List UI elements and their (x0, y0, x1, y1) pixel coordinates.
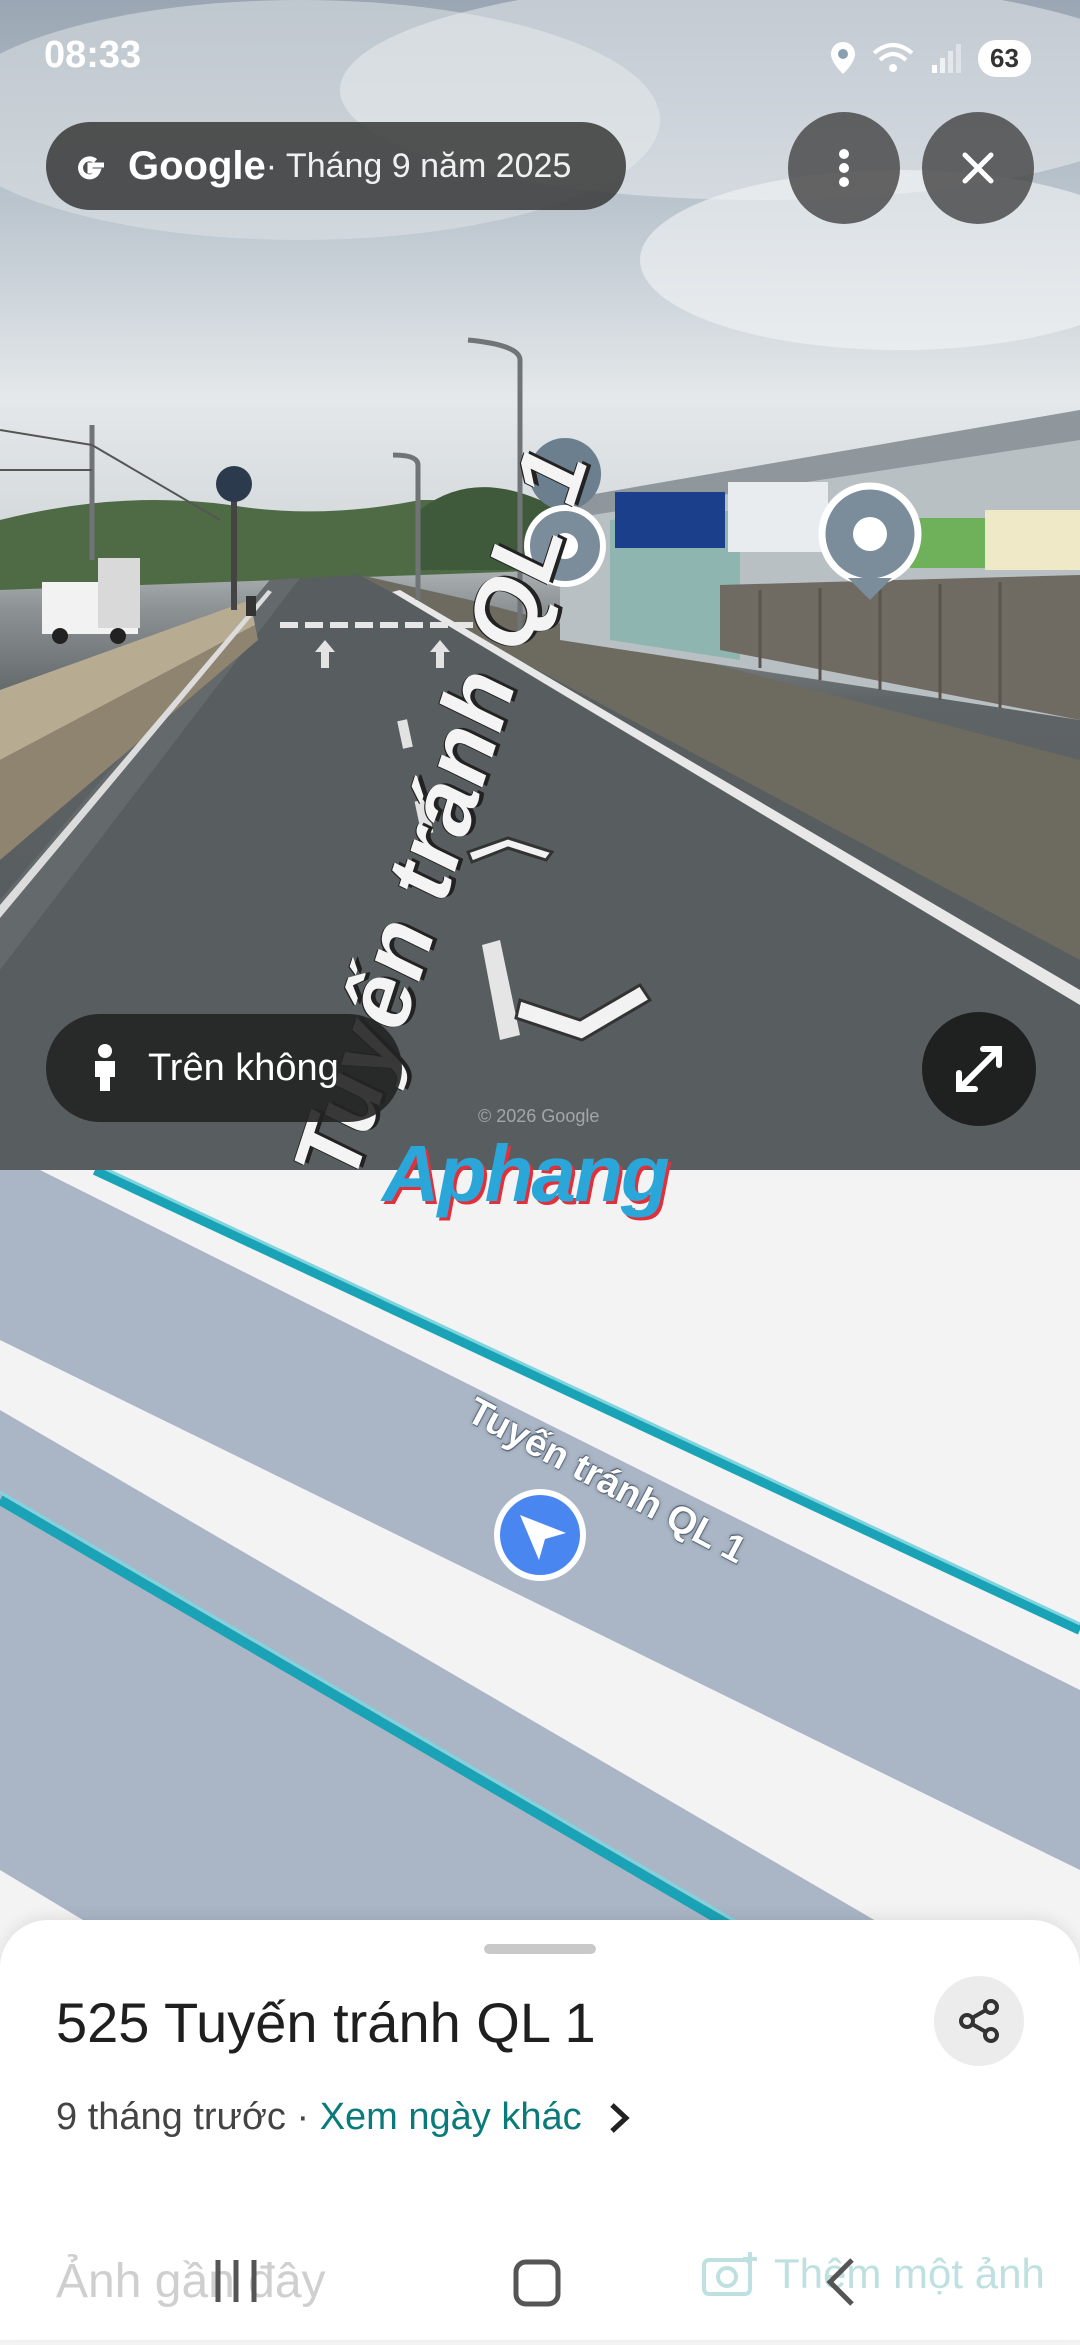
close-icon (962, 152, 994, 184)
chevron-right-icon[interactable] (604, 2101, 634, 2135)
fullscreen-button[interactable] (922, 1012, 1036, 1126)
share-icon (959, 1999, 999, 2043)
home-button (513, 2259, 561, 2307)
more-options-button[interactable] (788, 112, 900, 224)
more-vert-icon (839, 149, 849, 187)
battery-badge: 63 (978, 39, 1031, 77)
pegman-icon (95, 1044, 115, 1091)
date-pill[interactable]: Google · Tháng 9 năm 2025 (46, 122, 626, 210)
status-icons: 63 (830, 36, 1040, 80)
status-time: 08:33 (44, 34, 142, 76)
capture-date: · Tháng 9 năm 2025 (265, 146, 572, 185)
wifi-icon (872, 43, 914, 72)
location-icon (831, 42, 855, 74)
brand-label: Google (128, 143, 266, 188)
capture-age: 9 tháng trước (56, 2096, 286, 2138)
close-button[interactable] (922, 112, 1034, 224)
google-watermark: © 2026 Google (478, 1106, 600, 1126)
nav-buttons (215, 2258, 854, 2307)
overlay-logo: Aphang (382, 1129, 670, 1218)
date-row: 9 tháng trước · Xem ngày khác (56, 2096, 634, 2139)
signal-icon (932, 44, 961, 73)
share-button[interactable] (934, 1976, 1024, 2066)
google-g-icon (78, 156, 104, 180)
back-button (826, 2258, 854, 2306)
system-nav-bar (0, 2240, 1080, 2340)
date-separator: · (285, 2096, 320, 2138)
expand-icon (956, 1046, 1002, 1092)
aerial-view-label: Trên không (148, 1046, 339, 1089)
place-title: 525 Tuyến tránh QL 1 (56, 1991, 596, 2054)
recent-apps-button (215, 2260, 257, 2302)
sheet-drag-handle[interactable] (484, 1944, 596, 1954)
other-dates-link[interactable]: Xem ngày khác (320, 2096, 582, 2139)
aerial-view-button[interactable]: Trên không (46, 1014, 402, 1122)
